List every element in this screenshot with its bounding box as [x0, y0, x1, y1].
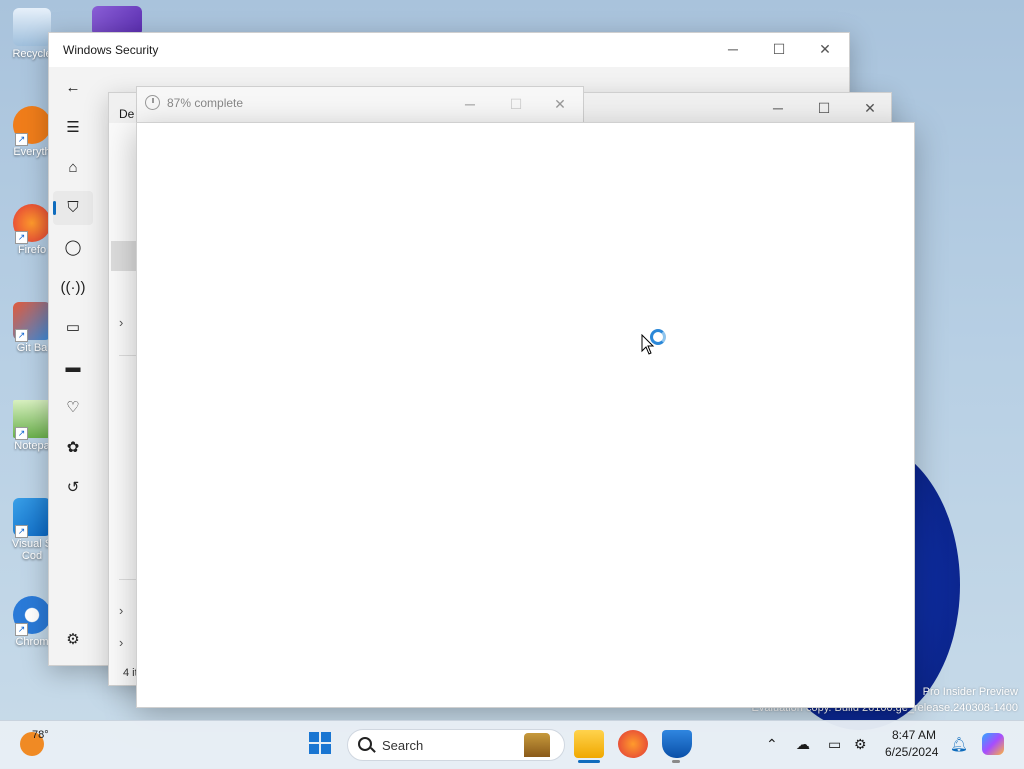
- progress-close-button[interactable]: ✕: [537, 87, 583, 121]
- expand-chevron-icon[interactable]: ›: [119, 635, 123, 650]
- clock-icon: [145, 95, 160, 110]
- progress-minimize-button[interactable]: ─: [447, 87, 493, 121]
- active-indicator: [578, 760, 600, 763]
- watermark-line1: Pro Insider Preview: [922, 686, 1018, 698]
- explorer-minimize-button[interactable]: ─: [755, 93, 801, 123]
- everything-search-icon: ↗: [13, 106, 51, 146]
- shield-icon[interactable]: ⛉: [53, 191, 93, 225]
- firefox-taskbar-icon[interactable]: [618, 730, 648, 758]
- laptop-icon[interactable]: ▬: [53, 351, 93, 385]
- explorer-maximize-button[interactable]: ☐: [801, 93, 847, 123]
- shortcut-arrow-icon: ↗: [15, 427, 28, 440]
- close-button[interactable]: ✕: [802, 33, 848, 65]
- shortcut-arrow-icon: ↗: [15, 623, 28, 636]
- person-icon[interactable]: ◯: [53, 231, 93, 265]
- menu-icon[interactable]: ☰: [53, 111, 93, 145]
- search-icon: [358, 737, 372, 751]
- family-icon[interactable]: ✿: [53, 431, 93, 465]
- file-explorer-icon[interactable]: [574, 730, 604, 758]
- progress-dialog: 87% complete ─ ☐ ✕: [136, 86, 584, 124]
- search-label: Search: [382, 738, 424, 753]
- progress-title: 87% complete: [167, 96, 244, 110]
- shortcut-arrow-icon: ↗: [15, 525, 28, 538]
- copilot-icon[interactable]: [982, 733, 1004, 755]
- shortcut-arrow-icon: ↗: [15, 231, 28, 244]
- network-volume-icon[interactable]: ⚙: [854, 736, 867, 753]
- taskbar-time[interactable]: 8:47 AM: [892, 728, 936, 742]
- running-indicator: [672, 760, 680, 763]
- taskbar-date[interactable]: 6/25/2024: [885, 745, 938, 759]
- notepad-plus-icon: ↗: [13, 400, 51, 440]
- vscode-icon: ↗: [13, 498, 51, 538]
- minimize-button[interactable]: ─: [710, 33, 756, 65]
- home-icon[interactable]: ⌂: [53, 151, 93, 185]
- weather-temperature[interactable]: 78°: [32, 729, 49, 741]
- explorer-close-button[interactable]: ✕: [847, 93, 893, 123]
- chrome-icon: ↗: [13, 596, 51, 636]
- blank-window[interactable]: [136, 122, 915, 708]
- notification-bell-icon[interactable]: 🔔︎: [950, 736, 968, 753]
- window-title: Windows Security: [63, 43, 159, 57]
- search-highlight-icon: [524, 733, 550, 757]
- start-button[interactable]: [309, 732, 331, 754]
- onedrive-offline-icon[interactable]: ☁: [796, 736, 810, 753]
- wireless-icon[interactable]: ((·)): [53, 271, 93, 305]
- shortcut-arrow-icon: ↗: [15, 329, 28, 342]
- chevron-up-icon[interactable]: ⌃: [766, 736, 778, 753]
- maximize-button[interactable]: ☐: [756, 33, 802, 65]
- expand-chevron-icon[interactable]: ›: [119, 603, 123, 618]
- expand-chevron-icon[interactable]: ›: [119, 315, 123, 330]
- shortcut-arrow-icon: ↗: [15, 133, 28, 146]
- navigation-pane: ← ☰ ⌂ ⛉ ◯ ((·)) ▭ ▬ ♡ ✿ ↺ ⚙: [49, 67, 97, 665]
- title-bar: Windows Security ─ ☐ ✕: [49, 33, 849, 67]
- windows-logo-icon: [309, 732, 319, 742]
- busy-spinner-icon: [650, 329, 666, 345]
- windows-security-taskbar-icon[interactable]: [662, 730, 692, 758]
- taskbar-search-box[interactable]: Search: [347, 729, 565, 761]
- display-icon[interactable]: ▭: [828, 736, 841, 753]
- history-icon[interactable]: ↺: [53, 471, 93, 505]
- recycle-bin-icon: [13, 8, 51, 46]
- git-bash-icon: ↗: [13, 302, 51, 342]
- heart-pulse-icon[interactable]: ♡: [53, 391, 93, 425]
- app-browser-icon[interactable]: ▭: [53, 311, 93, 345]
- explorer-tab-label[interactable]: De: [119, 107, 134, 121]
- back-arrow-icon[interactable]: ←: [53, 71, 93, 105]
- settings-gear-icon[interactable]: ⚙: [53, 623, 93, 657]
- firefox-icon: ↗: [13, 204, 51, 244]
- progress-maximize-button: ☐: [509, 96, 523, 112]
